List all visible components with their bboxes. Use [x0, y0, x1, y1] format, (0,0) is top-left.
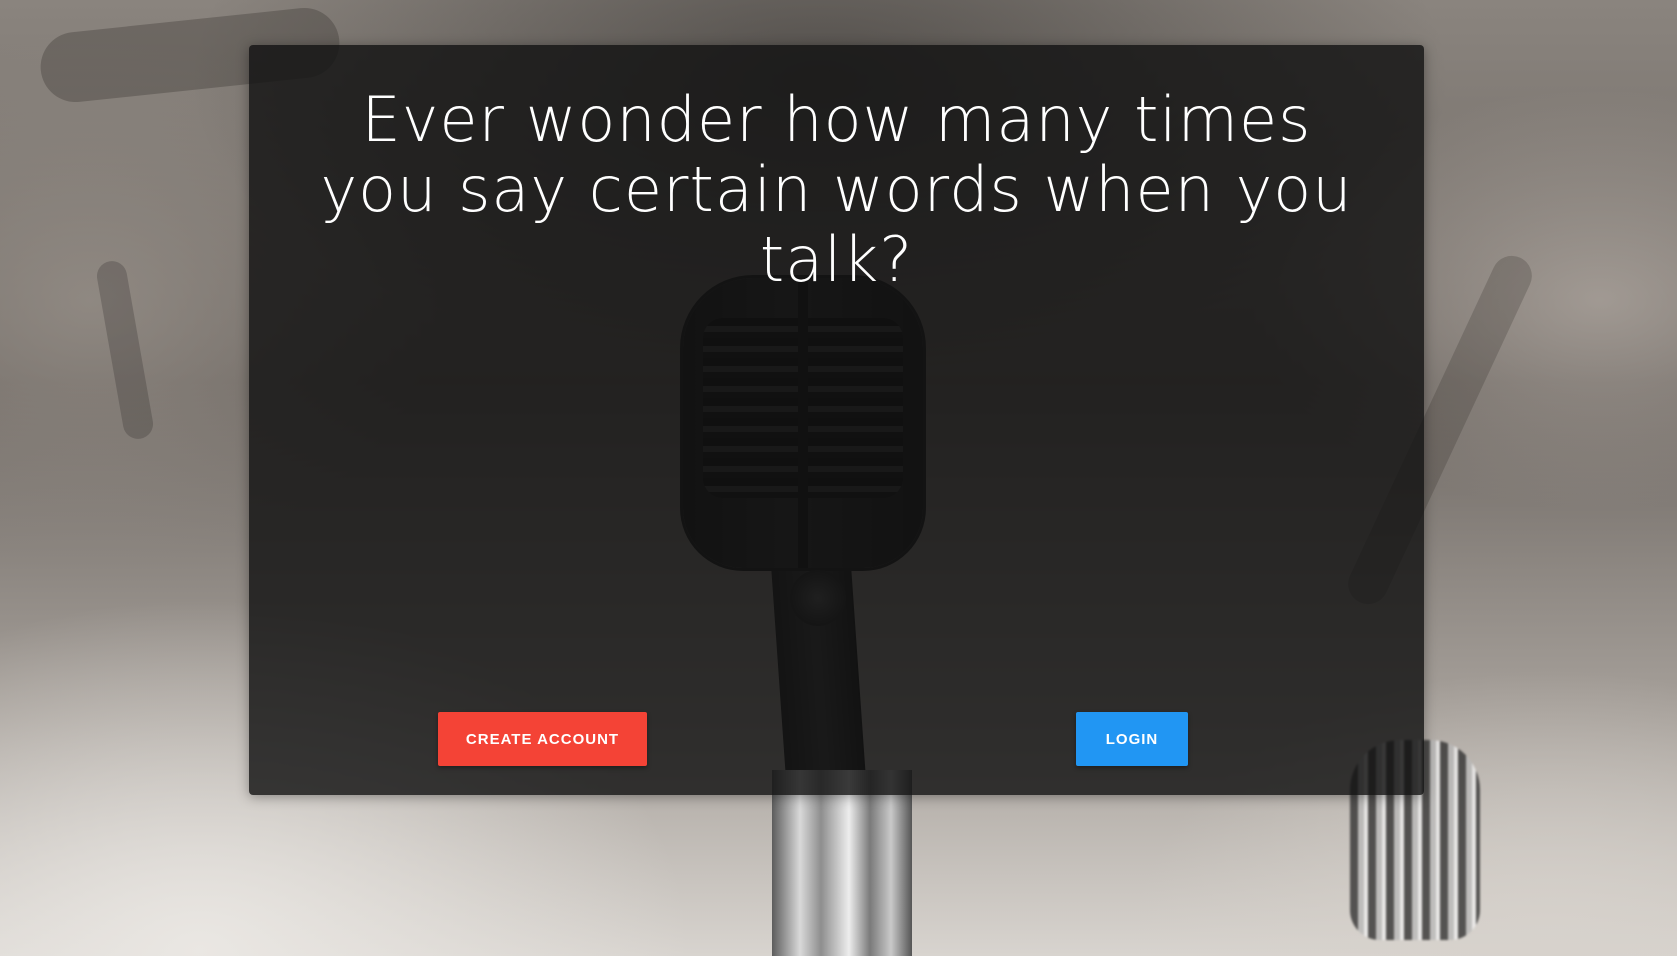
create-account-button[interactable]: CREATE ACCOUNT [438, 712, 647, 766]
hero-headline: Ever wonder how many times you say certa… [320, 83, 1353, 296]
hero-card: Ever wonder how many times you say certa… [249, 45, 1424, 795]
microphone-stand [772, 770, 912, 956]
background-beam [94, 258, 156, 442]
login-button[interactable]: LOGIN [1076, 712, 1188, 766]
